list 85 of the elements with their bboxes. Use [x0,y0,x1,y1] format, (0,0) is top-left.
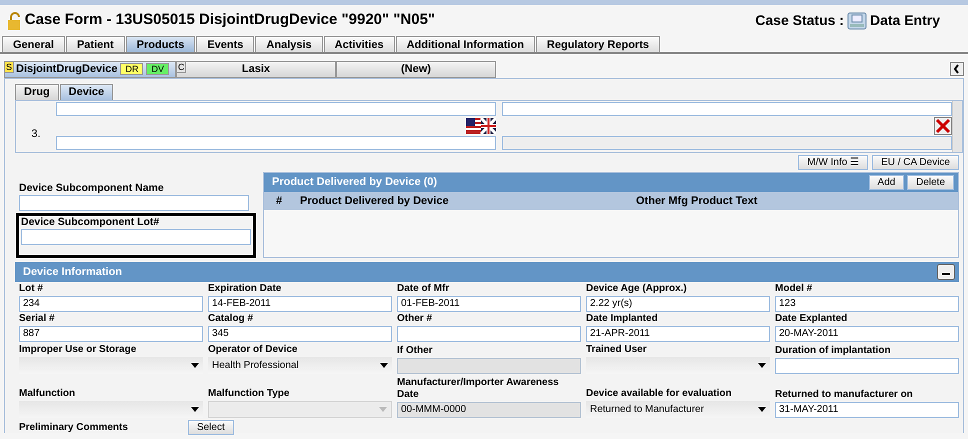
field-label: Date Explanted [775,313,848,325]
field-label: Trained User [586,344,648,356]
tag: DR [120,63,144,75]
product-tab[interactable]: C Lasix [176,60,336,78]
caret-icon [758,363,766,368]
field-label: Serial # [19,313,56,325]
tab[interactable]: Activities [324,36,395,52]
field-label: Operator of Device [208,344,298,356]
tab[interactable]: General [2,36,65,52]
tab[interactable]: Analysis [255,36,323,52]
caret-icon [758,407,766,412]
column-header: Other Mfg Product Text [635,194,758,209]
field-label: Device Age (Approx.) [586,283,688,295]
field-label: If Other [397,345,434,357]
select-button[interactable]: Select [188,420,234,435]
status-value: Data Entry [870,11,940,30]
text-field[interactable] [397,326,581,342]
text-field[interactable] [21,229,251,245]
window-title: Case Form - 13US05015 DisjointDrugDevice "9920" "N05" [24,10,436,30]
field-label: Model # [775,283,814,295]
field-label: Other # [397,313,434,325]
tab[interactable]: Patient [66,36,125,52]
text-field[interactable]: 31-MAY-2011 [775,402,959,418]
tab[interactable]: Products [126,36,196,52]
scroll-left-button[interactable] [950,62,964,76]
text-field[interactable]: 21-APR-2011 [586,326,770,342]
text-field[interactable]: 234 [19,296,203,312]
field-label: Device Subcomponent Lot# [21,216,160,229]
tab[interactable]: Device [60,84,114,100]
button[interactable]: M/W Info ☰ [798,155,868,170]
text-field[interactable]: 14-FEB-2011 [208,296,392,312]
caret-icon [191,407,199,412]
field-label: Duration of implantation [775,345,892,357]
scrollbar[interactable] [952,101,962,152]
field-label: Date Implanted [586,313,659,325]
panel-title: Product Delivered by Device (0) [272,175,438,190]
text-field[interactable]: 123 [775,296,959,312]
field-label: Improper Use or Storage [19,344,138,356]
text-field[interactable]: 2.22 yr(s) [586,296,770,312]
caret-icon [191,363,199,368]
tab[interactable]: Additional Information [396,36,535,52]
status-label: Case Status : [755,11,844,30]
product-tab[interactable]: (New) [336,60,496,78]
tab[interactable]: Regulatory Reports [536,36,660,52]
field-label: Device available for evaluation [586,388,733,400]
text-field[interactable] [775,358,959,374]
field-label: Device Subcomponent Name [19,182,165,195]
caret-icon [380,363,388,368]
field-label: Expiration Date [208,283,282,295]
corner-marker: S [5,62,14,72]
field-label: Malfunction [19,388,76,400]
text-field[interactable]: 01-FEB-2011 [397,296,581,312]
tab[interactable]: Drug [15,84,59,100]
collapse-button[interactable] [937,264,955,280]
field-label: Date of Mfr [397,283,450,295]
field-label: Returned to manufacturer on [775,389,914,401]
computer-icon [846,12,867,30]
tab-label: DisjointDrugDevice [16,62,118,76]
caret-icon [379,407,387,412]
field-label: Malfunction Type [208,388,290,400]
tag: DV [146,63,169,75]
button[interactable]: Add [868,175,904,190]
text-field[interactable] [502,136,952,150]
text-field[interactable] [56,102,496,116]
column-header: Product Delivered by Device [299,194,450,209]
text-field[interactable] [56,136,496,150]
field-label: Lot # [19,283,44,295]
field-label: Catalog # [208,313,254,325]
tab[interactable]: Events [196,36,254,52]
delete-icon[interactable] [934,117,952,135]
text-field[interactable]: 887 [19,326,203,342]
section-title: Device Information [23,264,122,280]
text-field[interactable] [502,102,952,116]
row-number: 3. [31,127,41,142]
product-tab[interactable]: S DisjointDrugDevice DR DV [4,60,176,78]
text-field[interactable]: 345 [208,326,392,342]
field-label: Preliminary Comments [19,422,128,434]
text-field[interactable] [19,195,249,211]
field-label: Manufacturer/Importer Awareness Date [397,377,560,401]
corner-marker: C [177,62,186,72]
button[interactable]: EU / CA Device [872,155,959,170]
column-header: # [274,194,284,209]
text-field[interactable]: 20-MAY-2011 [775,326,959,342]
button[interactable]: Delete [907,175,954,190]
lock-icon [8,12,22,30]
